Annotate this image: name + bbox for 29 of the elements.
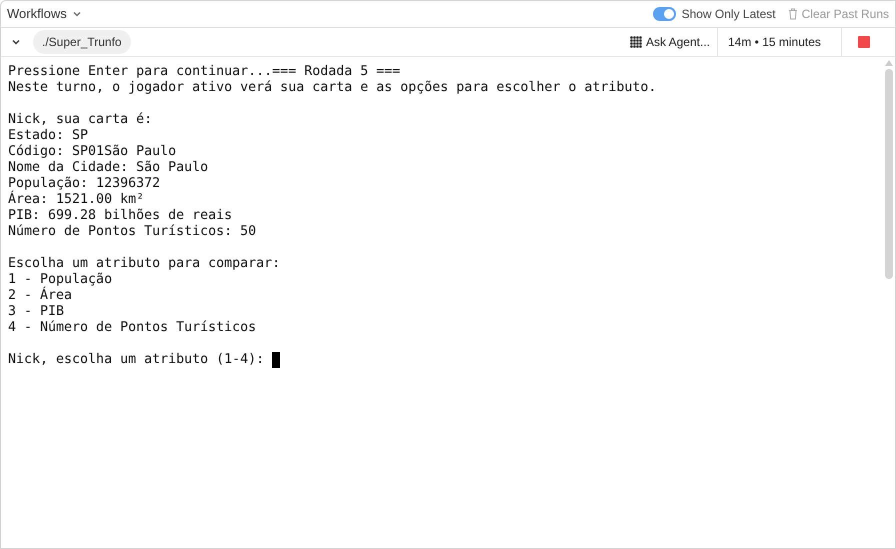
toggle-switch[interactable] [652,7,676,21]
ask-agent-button[interactable]: Ask Agent... [630,28,717,56]
console-line: Nick, sua carta é: [8,112,154,128]
path-chip: ./Super_Trunfo [33,30,131,54]
scrollbar-thumb[interactable] [885,69,893,279]
console-line: Pressione Enter para continuar...=== Rodada 5 === [8,64,402,80]
workflows-dropdown[interactable]: Workflows [7,4,82,24]
toggle-label: Show Only Latest [682,6,776,23]
trash-icon [788,8,798,20]
console-line: Número de Pontos Turísticos: 50 [8,224,258,240]
console-line: PIB: 699.28 bilhões de reais [8,208,234,224]
chevron-icon [72,9,82,19]
console-line: 1 - População [8,272,114,287]
console-line: 3 - PIB [8,304,66,320]
console-line: 2 - Área [8,288,74,304]
console-line: Nick, escolha um atributo (1-4): [8,352,266,368]
stop-button[interactable] [858,36,870,48]
scroll-up-icon[interactable] [885,60,893,66]
console-line: Escolha um atributo para comparar: [8,256,282,272]
console-line: Neste turno, o jogador ativo verá sua carta e as opções para escolher o atributo. [8,80,658,96]
console-line: População: 12396372 [8,176,162,191]
console-line: Código: SP01São Paulo [8,144,178,160]
run-duration: 14m • 15 minutes [717,28,841,56]
console-line: Área: 1521.00 km² [8,192,146,208]
console-line: Estado: SP [8,128,90,144]
text-cursor [272,352,280,368]
console-line: 4 - Número de Pontos Turísticos [8,320,258,336]
agent-icon [630,36,642,48]
console-line: Nome da Cidade: São Paulo [8,160,210,176]
